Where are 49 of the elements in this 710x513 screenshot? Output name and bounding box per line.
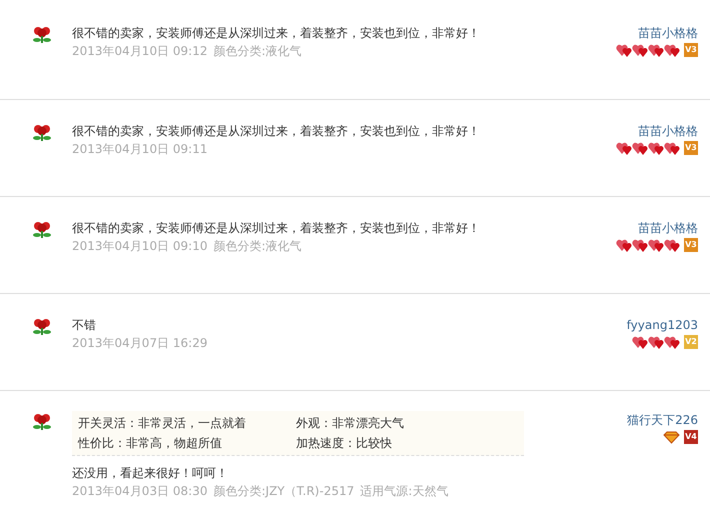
- review-date: 2013年04月10日 09:11: [72, 142, 208, 156]
- product-attribute: 颜色分类:液化气: [213, 44, 302, 58]
- review-date: 2013年04月07日 16:29: [72, 336, 208, 350]
- product-attribute: 颜色分类:液化气: [213, 239, 302, 253]
- heart-icon: [648, 44, 664, 56]
- username-link[interactable]: 苗苗小格格: [638, 24, 698, 42]
- vip-badge: V3: [684, 141, 698, 155]
- heart-icon: [632, 44, 648, 56]
- username-link[interactable]: 苗苗小格格: [638, 219, 698, 237]
- heart-icon: [664, 238, 680, 252]
- review-text: 很不错的卖家，安装师傅还是从深圳过来，着装整齐，安装也到位，非常好！: [72, 123, 481, 140]
- product-attribute: 适用气源:天然气: [360, 484, 448, 498]
- diamond-icon: [663, 430, 680, 444]
- vip-badge: V2: [684, 335, 698, 349]
- flower-icon: [32, 221, 52, 239]
- rating-text: 开关灵活：非常灵活，一点就着: [78, 415, 247, 432]
- heart-icon: [632, 142, 648, 154]
- heart-icon: [648, 142, 664, 154]
- heart-icon: [648, 336, 664, 348]
- rating-text: 加热速度：比较快: [296, 435, 393, 452]
- heart-icon: [664, 142, 680, 154]
- review-text: 很不错的卖家，安装师傅还是从深圳过来，着装整齐，安装也到位，非常好！: [72, 220, 481, 237]
- rating-text: 性价比：非常高，物超所值: [78, 435, 223, 452]
- heart-icon: [616, 44, 632, 56]
- heart-icon: [632, 238, 648, 252]
- review-date: 2013年04月10日 09:10: [72, 239, 208, 253]
- heart-icon: [664, 44, 680, 56]
- heart-icon: [632, 336, 648, 348]
- vip-badge: V4: [684, 430, 698, 444]
- flower-icon: [32, 413, 52, 431]
- review-text: 很不错的卖家，安装师傅还是从深圳过来，着装整齐，安装也到位，非常好！: [72, 25, 481, 42]
- rating-text: 外观：非常漂亮大气: [296, 415, 405, 432]
- heart-icon: [664, 336, 680, 348]
- heart-icon: [616, 238, 632, 252]
- vip-badge: V3: [684, 238, 698, 252]
- review-date: 2013年04月03日 08:30: [72, 484, 208, 498]
- flower-icon: [32, 124, 52, 142]
- username-link[interactable]: 苗苗小格格: [638, 122, 698, 140]
- flower-icon: [32, 318, 52, 336]
- vip-badge: V3: [684, 43, 698, 57]
- username-link[interactable]: 猫行天下226: [627, 411, 698, 429]
- username-link[interactable]: fyyang1203: [626, 316, 698, 334]
- review-text: 不错: [72, 317, 97, 334]
- heart-icon: [648, 238, 664, 252]
- product-attribute: 颜色分类:JZY（T.R)-2517: [213, 484, 354, 498]
- flower-icon: [32, 26, 52, 44]
- review-date: 2013年04月10日 09:12: [72, 44, 208, 58]
- review-text: 还没用，看起来很好！呵呵！: [72, 465, 229, 482]
- heart-icon: [616, 142, 632, 154]
